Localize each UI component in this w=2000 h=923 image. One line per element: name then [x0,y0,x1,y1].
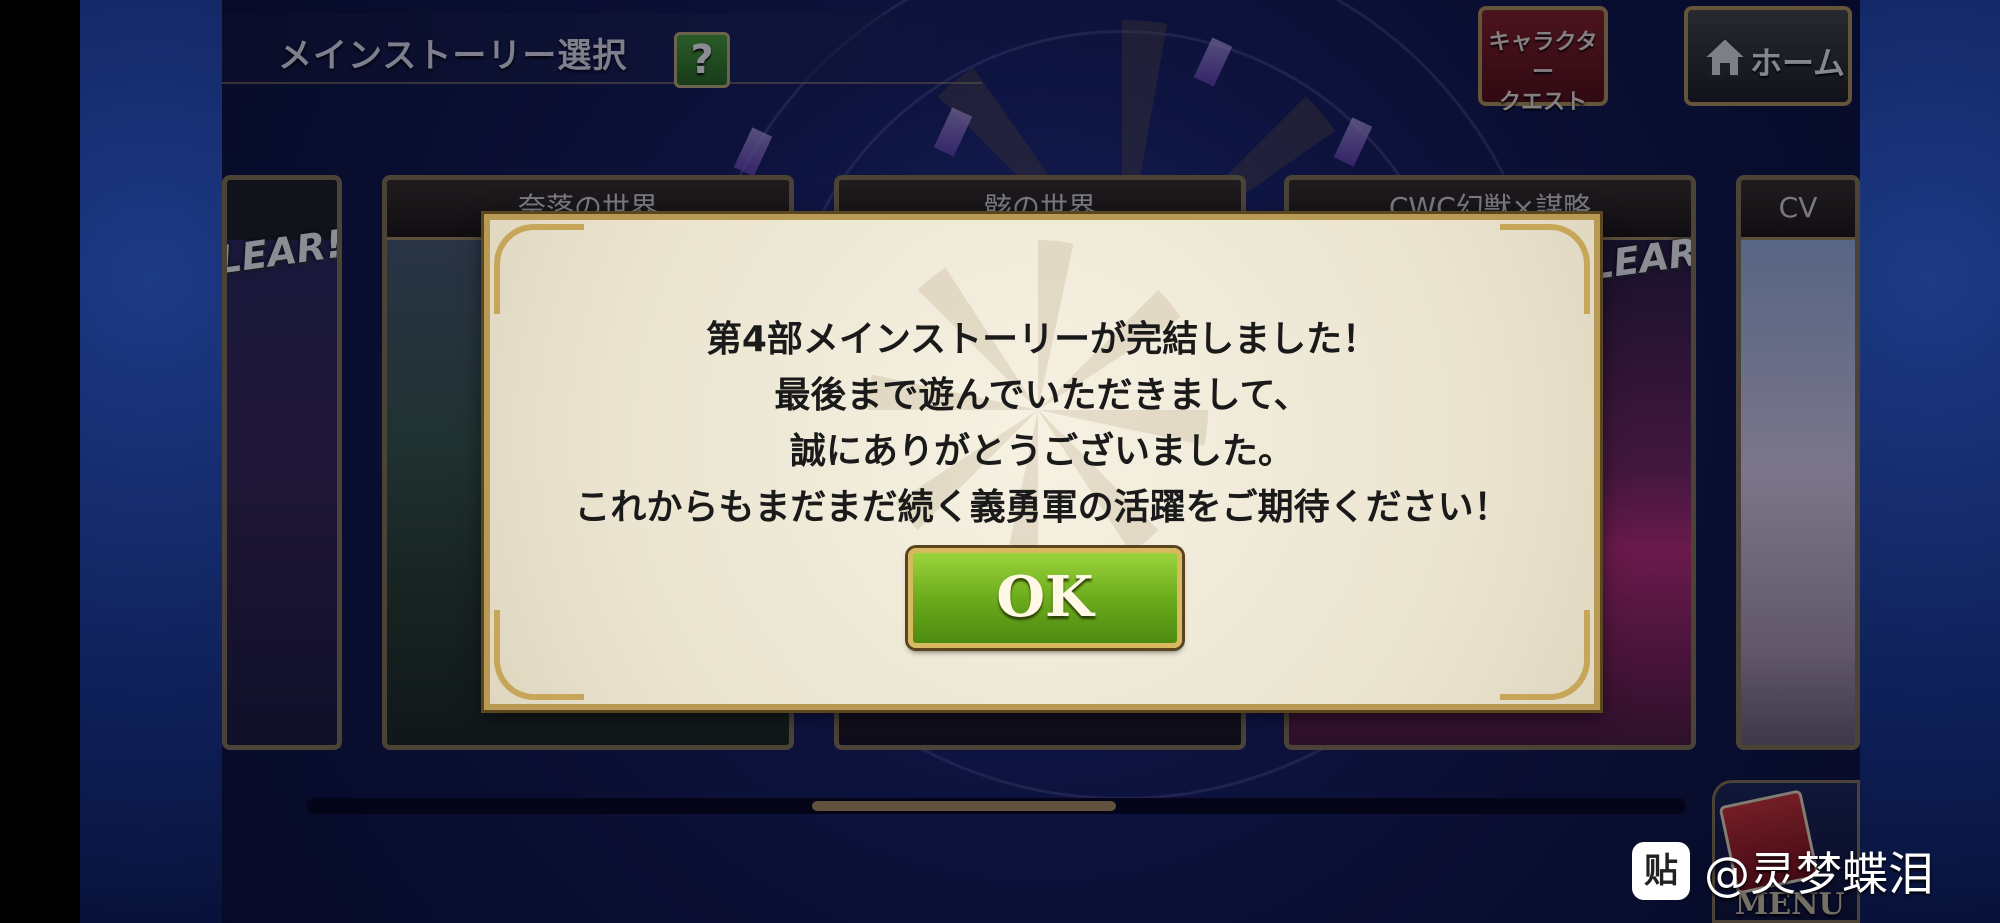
message-line: 誠にありがとうございました。 [789,431,1294,472]
corner-ornament [1500,224,1590,314]
dialog-message: 第4部メインストーリーが完結しました！ 最後まで遊んでいただきまして、 誠にあり… [530,312,1554,536]
message-line: 最後まで遊んでいただきまして、 [774,375,1310,416]
right-side-panel [1860,0,2000,923]
ok-button[interactable]: OK [908,548,1182,648]
watermark-logo: 贴 [1632,842,1690,900]
corner-ornament [494,610,584,700]
screen: メインストーリー選択 ? キャラクター クエスト ホーム LEAR! 奈落の世界… [0,0,2000,923]
corner-ornament [494,224,584,314]
left-side-panel [80,0,222,923]
message-line: 第4部メインストーリーが完結しました！ [705,319,1379,360]
corner-ornament [1500,610,1590,700]
completion-dialog: 第4部メインストーリーが完結しました！ 最後まで遊んでいただきまして、 誠にあり… [484,214,1600,710]
watermark-text: @灵梦蝶泪 [1704,847,1934,901]
message-line: これからもまだまだ続く義勇軍の活躍をご期待ください！ [574,487,1510,528]
watermark: 贴 @灵梦蝶泪 [1632,836,1934,906]
